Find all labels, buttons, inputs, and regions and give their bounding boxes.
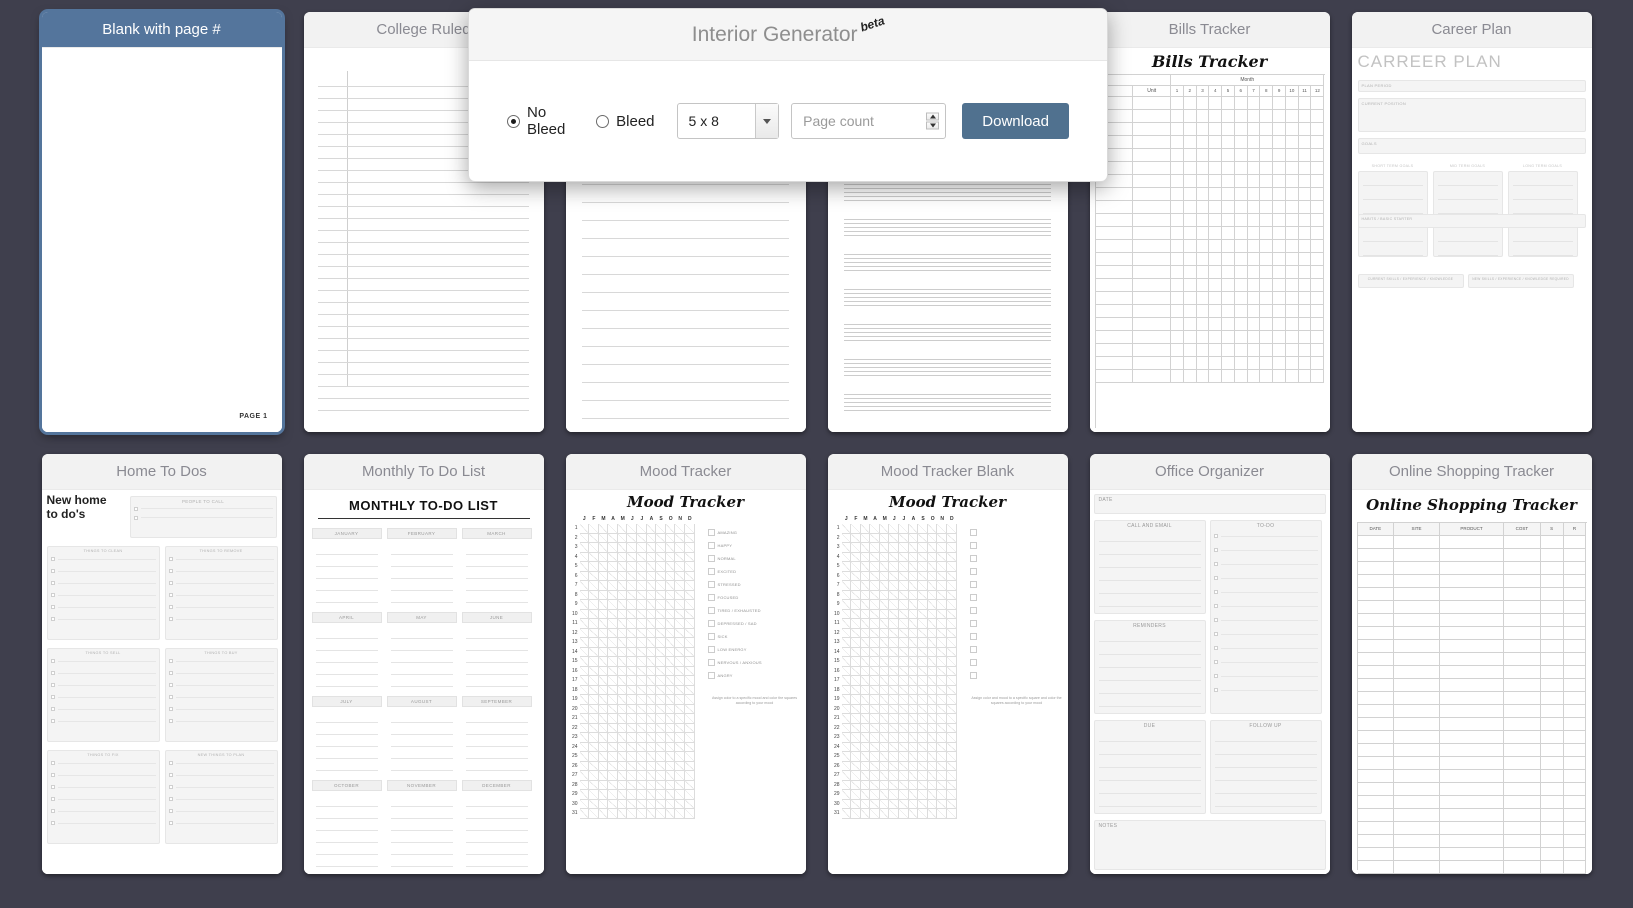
page-count-placeholder: Page count: [803, 113, 874, 129]
page-count-input[interactable]: Page count: [791, 103, 947, 139]
trim-size-select[interactable]: 5 x 8: [676, 103, 780, 139]
page-count-stepper[interactable]: [926, 112, 940, 130]
stepper-down-icon[interactable]: [926, 121, 940, 130]
no-bleed-radio-icon[interactable]: [507, 114, 520, 128]
download-button[interactable]: Download: [962, 103, 1069, 139]
interior-generator-dialog: Interior Generator beta No Bleed Bleed 5…: [468, 8, 1108, 182]
modal-overlay: Interior Generator beta No Bleed Bleed 5…: [0, 0, 1633, 908]
bleed-option[interactable]: Bleed: [596, 112, 655, 130]
dialog-body: No Bleed Bleed 5 x 8 Page count Download: [469, 61, 1107, 181]
dialog-header: Interior Generator beta: [469, 9, 1107, 61]
chevron-down-icon[interactable]: [755, 104, 779, 138]
no-bleed-label: No Bleed: [527, 104, 566, 138]
no-bleed-option[interactable]: No Bleed: [507, 104, 574, 138]
stepper-up-icon[interactable]: [926, 112, 940, 121]
beta-badge: beta: [857, 13, 886, 35]
dialog-title: Interior Generator: [691, 22, 858, 46]
bleed-label: Bleed: [616, 112, 655, 130]
app-root: Blank with page #PAGE 1College RuledWide…: [0, 0, 1633, 908]
trim-size-value: 5 x 8: [688, 113, 719, 129]
bleed-radio-icon[interactable]: [596, 114, 610, 128]
